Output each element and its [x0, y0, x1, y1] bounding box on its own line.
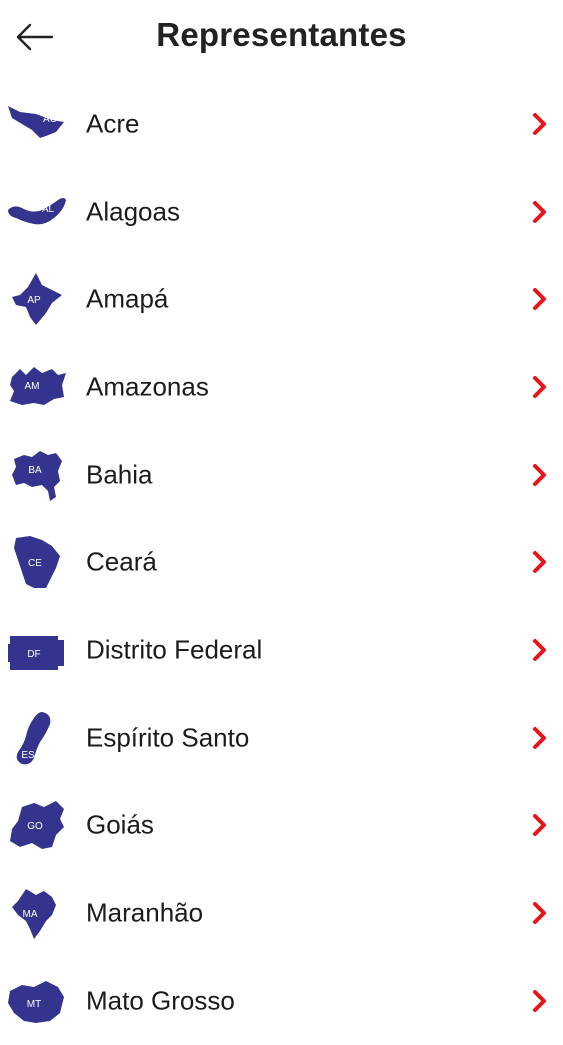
state-name-label: Acre	[86, 108, 140, 139]
chevron-right-icon	[533, 726, 546, 749]
state-abbr-label: CE	[28, 558, 42, 569]
goias-map-icon: GO	[10, 801, 64, 850]
amapa-map-icon: AP	[12, 273, 62, 326]
mato-grosso-map-icon: MT	[8, 980, 64, 1023]
chevron-right-icon	[533, 375, 546, 398]
state-row-go[interactable]: GO Goiás	[0, 782, 563, 870]
distrito-federal-map-icon: DF	[8, 635, 64, 670]
state-name-label: Mato Grosso	[86, 985, 235, 1016]
state-name-label: Amapá	[86, 283, 169, 314]
chevron-right-icon	[533, 200, 546, 223]
state-abbr-label: AC	[43, 114, 57, 125]
state-name-label: Alagoas	[86, 196, 180, 227]
state-row-ap[interactable]: AP Amapá	[0, 255, 563, 343]
state-name-label: Goiás	[86, 809, 154, 840]
page-title: Representantes	[156, 16, 407, 53]
state-row-df[interactable]: DF Distrito Federal	[0, 606, 563, 694]
maranhao-map-icon: MA	[12, 889, 56, 940]
state-abbr-label: AM	[25, 381, 40, 392]
chevron-right-icon	[533, 638, 546, 661]
ceara-map-icon: CE	[14, 536, 60, 589]
state-row-ce[interactable]: CE Ceará	[0, 518, 563, 606]
espirito-santo-map-icon: ES	[16, 711, 51, 765]
state-row-ac[interactable]: AC Acre	[0, 80, 563, 168]
chevron-right-icon	[533, 902, 546, 925]
state-name-label: Amazonas	[86, 371, 209, 402]
state-row-al[interactable]: AL Alagoas	[0, 168, 563, 256]
chevron-right-icon	[533, 112, 546, 135]
state-name-label: Distrito Federal	[86, 634, 263, 665]
state-row-ma[interactable]: MA Maranhão	[0, 869, 563, 957]
state-abbr-label: ES	[21, 750, 35, 761]
state-abbr-label: MA	[23, 909, 38, 920]
state-list: AC Acre AL Alagoas AP Amapá AM Amazonas BA Bahia C…	[0, 80, 563, 1045]
app-header: Representantes	[0, 0, 563, 78]
state-name-label: Ceará	[86, 546, 157, 577]
acre-map-icon: AC	[8, 105, 64, 138]
state-abbr-label: DF	[27, 649, 40, 660]
chevron-right-icon	[533, 551, 546, 574]
chevron-right-icon	[533, 814, 546, 837]
state-row-es[interactable]: ES Espírito Santo	[0, 694, 563, 782]
state-abbr-label: MT	[27, 999, 41, 1010]
state-row-mt[interactable]: MT Mato Grosso	[0, 957, 563, 1045]
state-row-ba[interactable]: BA Bahia	[0, 431, 563, 519]
bahia-map-icon: BA	[12, 450, 62, 501]
state-abbr-label: BA	[28, 465, 42, 476]
state-abbr-label: GO	[27, 821, 43, 832]
amazonas-map-icon: AM	[10, 366, 66, 405]
alagoas-map-icon: AL	[8, 197, 66, 224]
state-name-label: Espírito Santo	[86, 722, 250, 753]
chevron-right-icon	[533, 463, 546, 486]
chevron-right-icon	[533, 288, 546, 311]
state-abbr-label: AL	[42, 204, 55, 215]
state-abbr-label: AP	[27, 295, 41, 306]
chevron-right-icon	[533, 989, 546, 1012]
state-name-label: Bahia	[86, 459, 153, 490]
state-row-am[interactable]: AM Amazonas	[0, 343, 563, 431]
state-name-label: Maranhão	[86, 897, 204, 928]
